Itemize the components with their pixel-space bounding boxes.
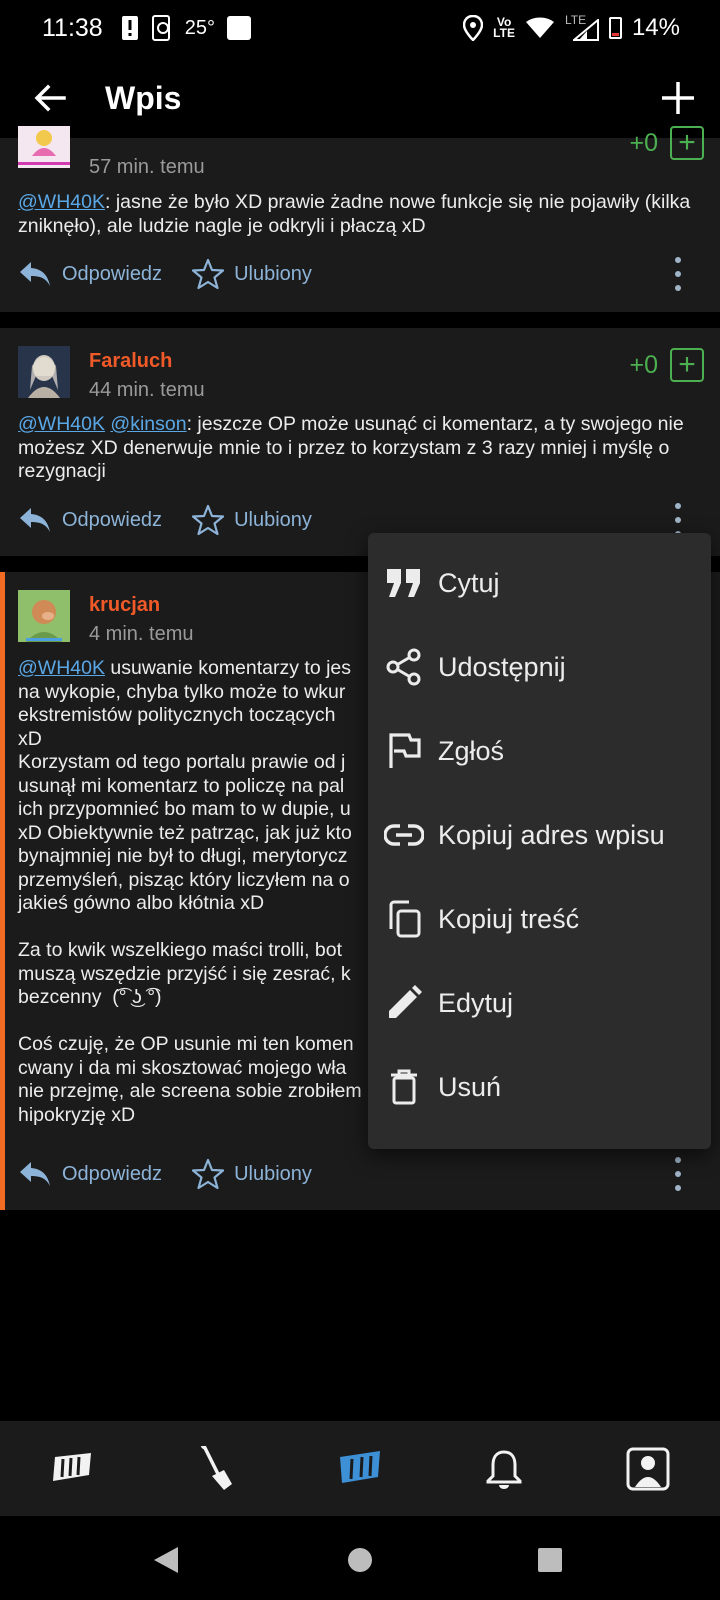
more-options-button[interactable]	[672, 257, 684, 291]
shovel-icon	[200, 1446, 232, 1490]
menu-item-quote[interactable]: Cytuj	[368, 541, 711, 625]
vote-count: +0	[629, 128, 658, 157]
battery-percent: 14%	[631, 14, 680, 41]
reply-button[interactable]: Odpowiedz	[18, 260, 162, 288]
favorite-button[interactable]: Ulubiony	[192, 504, 312, 536]
more-options-button[interactable]	[672, 1157, 684, 1191]
system-home-button[interactable]	[342, 1542, 378, 1578]
mikroblog-icon	[340, 1451, 380, 1483]
system-recents-button[interactable]	[532, 1542, 568, 1578]
comment-time: 44 min. temu	[89, 379, 205, 401]
share-icon	[384, 647, 424, 687]
comment-actions: Odpowiedz Ulubiony	[18, 500, 342, 540]
reply-icon	[20, 1162, 50, 1186]
link-icon	[384, 815, 424, 855]
temperature: 25°	[184, 16, 215, 39]
menu-item-edit[interactable]: Edytuj	[368, 961, 711, 1045]
clock: 11:38	[42, 13, 103, 42]
wifi-icon	[525, 17, 554, 38]
nav-mikroblog[interactable]	[332, 1441, 388, 1497]
cell-signal-icon: LTE	[565, 13, 599, 41]
triangle-back-icon	[154, 1547, 178, 1573]
mention-link[interactable]: @WH40K	[18, 191, 105, 213]
nav-profile[interactable]	[620, 1441, 676, 1497]
nav-home[interactable]	[44, 1441, 100, 1497]
avatar[interactable]	[18, 590, 70, 642]
status-bar: 11:38 25° Vo LTE LTE 14%	[0, 0, 720, 56]
alert-icon	[121, 16, 138, 40]
menu-item-copy-text[interactable]: Kopiuj treść	[368, 877, 711, 961]
vote-widget: +0 +	[629, 348, 704, 382]
reply-icon	[20, 508, 50, 532]
delete-icon	[384, 1067, 424, 1107]
vote-count: +0	[629, 350, 658, 379]
square-recents-icon	[538, 1548, 562, 1572]
copy-icon	[384, 899, 424, 939]
upvote-button[interactable]: +	[670, 126, 704, 160]
star-icon	[192, 258, 225, 290]
upvote-button[interactable]: +	[670, 348, 704, 382]
comment-time: 4 min. temu	[89, 623, 194, 645]
mention-link[interactable]: @WH40K	[18, 413, 105, 435]
menu-item-report[interactable]: Zgłoś	[368, 709, 711, 793]
more-options-button[interactable]	[672, 503, 684, 537]
reply-button[interactable]: Odpowiedz	[18, 506, 162, 534]
page-title: Wpis	[105, 80, 182, 116]
battery-icon	[608, 17, 622, 39]
flag-icon	[384, 731, 424, 771]
comment-time: 57 min. temu	[89, 156, 205, 178]
reply-icon	[20, 262, 50, 286]
menu-item-delete[interactable]: Usuń	[368, 1045, 711, 1129]
favorite-button[interactable]: Ulubiony	[192, 1158, 312, 1190]
system-back-button[interactable]	[148, 1542, 184, 1578]
comment-text: @WH40K @kinson: jeszcze OP może usunąć c…	[18, 413, 690, 482]
avatar[interactable]	[18, 126, 70, 168]
profile-icon	[626, 1447, 670, 1491]
comment-text: @WH40K: jasne że było XD prawie żadne no…	[18, 191, 696, 237]
mention-link[interactable]: @WH40K	[18, 657, 105, 679]
system-navigation	[0, 1516, 720, 1600]
wykop-home-icon	[53, 1453, 91, 1481]
vote-widget: +0 +	[629, 126, 704, 160]
comment-actions: Odpowiedz Ulubiony	[18, 1154, 342, 1194]
location-icon	[463, 15, 484, 41]
circle-home-icon	[348, 1548, 372, 1572]
nav-discover[interactable]	[188, 1441, 244, 1497]
bell-icon	[486, 1450, 522, 1489]
quote-icon	[384, 563, 424, 603]
reply-button[interactable]: Odpowiedz	[18, 1160, 162, 1188]
context-menu: Cytuj Udostępnij Zgłoś Kopiuj adres wpis…	[368, 533, 711, 1149]
comment-author[interactable]: Faraluch	[89, 350, 172, 373]
comment-author[interactable]: krucjan	[89, 594, 160, 617]
add-icon[interactable]	[658, 78, 698, 118]
avatar[interactable]	[18, 346, 70, 398]
menu-item-share[interactable]: Udostępnij	[368, 625, 711, 709]
back-arrow-icon[interactable]	[30, 78, 70, 118]
star-icon	[192, 504, 225, 536]
notification-icons: 25°	[121, 15, 251, 41]
nav-notifications[interactable]	[476, 1441, 532, 1497]
app-notification-icon	[226, 16, 251, 40]
star-icon	[192, 1158, 225, 1190]
comment-actions: Odpowiedz Ulubiony	[18, 254, 342, 294]
bottom-navigation	[0, 1421, 720, 1516]
volte-indicator: Vo LTE	[493, 15, 515, 40]
app-bar: Wpis	[0, 56, 720, 138]
phone-sync-icon	[151, 15, 170, 41]
edit-icon	[384, 983, 424, 1023]
system-icons: Vo LTE LTE 14%	[463, 13, 680, 42]
comment-card: 57 min. temu +0 + @WH40K: jasne że było …	[0, 126, 720, 312]
mention-link[interactable]: @kinson	[110, 413, 186, 435]
comment-card: Faraluch 44 min. temu +0 + @WH40K @kinso…	[0, 328, 720, 556]
favorite-button[interactable]: Ulubiony	[192, 258, 312, 290]
menu-item-copy-link[interactable]: Kopiuj adres wpisu	[368, 793, 711, 877]
